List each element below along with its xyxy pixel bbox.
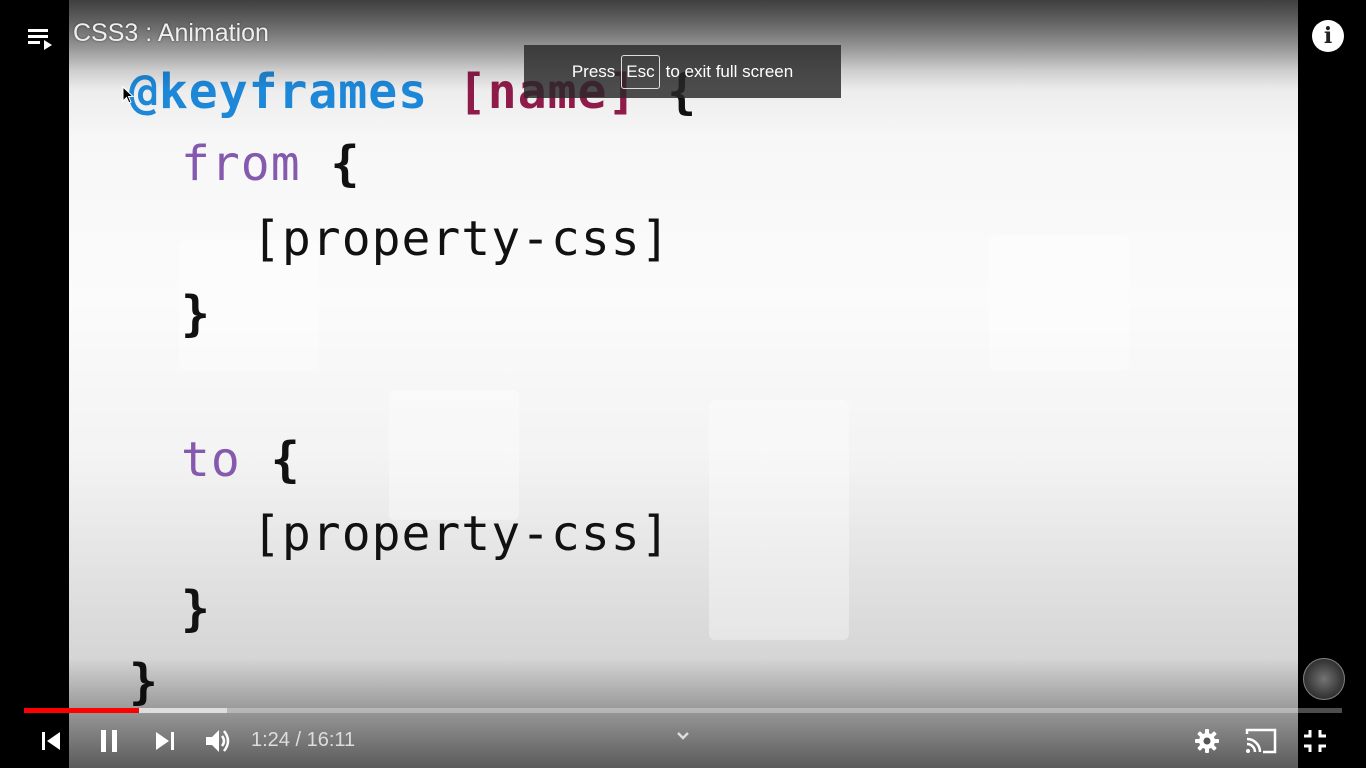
- toast-message: to exit full screen: [665, 61, 794, 81]
- code-line-6: [property-css]: [252, 506, 671, 562]
- toast-press-text: Press: [571, 61, 616, 81]
- duration: 16:11: [306, 729, 356, 751]
- toast-key: Esc: [621, 54, 660, 89]
- progress-bar[interactable]: [24, 708, 1342, 713]
- pause-icon: [101, 730, 117, 752]
- previous-icon: [42, 732, 60, 750]
- info-button[interactable]: i: [1312, 20, 1344, 52]
- current-time: 1:24: [251, 729, 290, 751]
- video-title[interactable]: CSS3 : Animation: [73, 19, 269, 48]
- volume-icon: [206, 730, 230, 752]
- video-player[interactable]: @keyframes [name] { from { [property-css…: [0, 0, 1366, 768]
- cast-icon: [1245, 728, 1277, 754]
- playlist-button[interactable]: [22, 20, 58, 56]
- code-line-2: from {: [181, 140, 360, 188]
- info-icon: i: [1323, 23, 1333, 49]
- channel-watermark[interactable]: [1303, 658, 1345, 700]
- code-line-8: }: [129, 654, 159, 710]
- keyword-to: to: [181, 432, 241, 488]
- background-shape: [989, 235, 1129, 370]
- background-shape: [709, 400, 849, 640]
- video-frame[interactable]: @keyframes [name] { from { [property-css…: [69, 0, 1298, 768]
- code-line-3: [property-css]: [252, 211, 671, 267]
- fullscreen-toast: Press Esc to exit full screen: [524, 45, 841, 98]
- settings-button[interactable]: [1188, 718, 1226, 764]
- next-icon: [156, 732, 174, 750]
- code-line-4: }: [181, 286, 211, 342]
- code-line-7: }: [181, 581, 211, 637]
- keyword-keyframes: @keyframes: [129, 64, 428, 120]
- progress-played: [24, 708, 139, 713]
- code-line-5: to {: [181, 436, 301, 484]
- volume-button[interactable]: [199, 718, 237, 764]
- brace: {: [270, 432, 301, 488]
- gear-icon: [1195, 729, 1219, 753]
- brace: {: [330, 136, 361, 192]
- chevron-down-icon[interactable]: [672, 728, 694, 744]
- previous-button[interactable]: [32, 718, 70, 764]
- next-button[interactable]: [146, 718, 184, 764]
- cast-button[interactable]: [1240, 718, 1282, 764]
- pause-button[interactable]: [89, 718, 129, 764]
- mouse-cursor-icon: [122, 86, 134, 104]
- time-display: 1:24 / 16:11: [251, 729, 355, 752]
- background-shape: [389, 390, 519, 520]
- time-separator: /: [289, 729, 307, 751]
- playlist-icon: [28, 29, 52, 50]
- exit-fullscreen-button[interactable]: [1296, 718, 1334, 764]
- keyword-from: from: [181, 136, 301, 192]
- exit-fullscreen-icon: [1304, 730, 1326, 752]
